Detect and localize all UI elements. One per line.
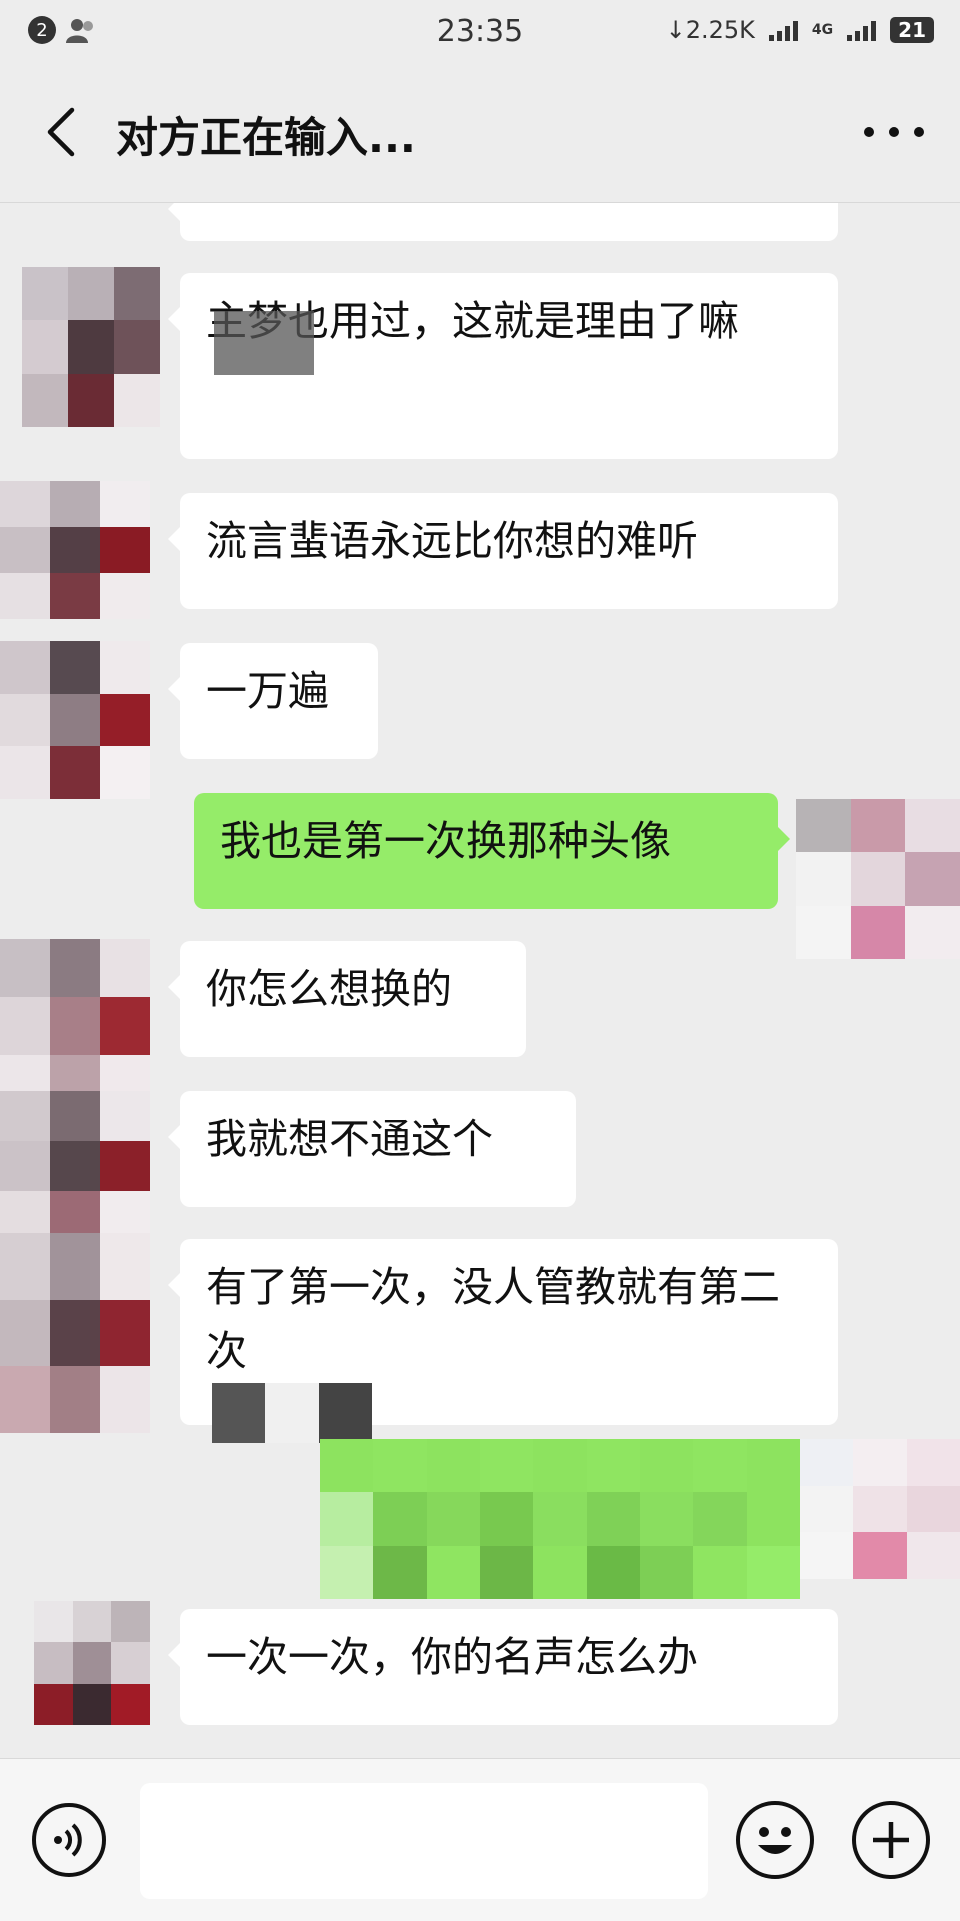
message-bubble[interactable]: 你怎么想换的 bbox=[168, 941, 526, 1057]
pixelated-region bbox=[214, 311, 314, 375]
emoji-button[interactable] bbox=[736, 1801, 814, 1879]
contact-avatar[interactable] bbox=[0, 481, 150, 619]
message-bubble-outgoing[interactable]: 我也是第一次换那种头像 bbox=[194, 793, 790, 909]
back-arrow-icon[interactable] bbox=[36, 102, 92, 162]
network-type: 4G bbox=[811, 22, 834, 38]
chat-title: 对方正在输入... bbox=[116, 113, 416, 162]
contact-avatar[interactable] bbox=[22, 267, 160, 427]
contact-avatar[interactable] bbox=[0, 939, 150, 1113]
plus-icon bbox=[873, 1822, 909, 1858]
status-bar: 2 23:35 ↓2.25K 4G 21 bbox=[0, 0, 960, 64]
message-bubble[interactable]: 我就想不通这个 bbox=[168, 1091, 576, 1207]
signal-icon bbox=[768, 19, 798, 41]
more-options-icon[interactable] bbox=[864, 122, 924, 142]
my-avatar[interactable] bbox=[800, 1439, 960, 1579]
contact-avatar[interactable] bbox=[0, 1233, 150, 1433]
message-bubble-outgoing-obscured[interactable] bbox=[320, 1439, 812, 1599]
voice-input-button[interactable] bbox=[32, 1803, 106, 1877]
message-bubble[interactable]: 一万遍 bbox=[168, 643, 378, 759]
my-avatar[interactable] bbox=[796, 799, 960, 959]
contact-avatar[interactable] bbox=[0, 1091, 150, 1241]
contact-avatar[interactable] bbox=[34, 1601, 150, 1725]
chat-messages: 主梦也用过，这就是理由了嘛 流言蜚语永远比你想的难听 一万遍 我也是第一次换那种… bbox=[0, 203, 960, 1758]
emoji-icon bbox=[758, 1827, 792, 1854]
message-text-input[interactable] bbox=[140, 1783, 708, 1899]
message-bubble[interactable]: 一次一次，你的名声怎么办 bbox=[168, 1609, 838, 1725]
voice-icon bbox=[54, 1823, 82, 1857]
network-speed: ↓2.25K bbox=[665, 16, 755, 44]
battery-indicator: 21 bbox=[890, 17, 934, 43]
signal-icon-2 bbox=[847, 19, 877, 41]
contact-avatar[interactable] bbox=[0, 641, 150, 799]
message-bubble-partial[interactable] bbox=[168, 203, 838, 241]
chat-header: 对方正在输入... bbox=[0, 64, 960, 203]
pixelated-region bbox=[212, 1383, 372, 1443]
message-bubble[interactable]: 流言蜚语永远比你想的难听 bbox=[168, 493, 838, 609]
more-functions-button[interactable] bbox=[852, 1801, 930, 1879]
message-input-bar bbox=[0, 1758, 960, 1921]
status-right: ↓2.25K 4G 21 bbox=[666, 16, 934, 44]
